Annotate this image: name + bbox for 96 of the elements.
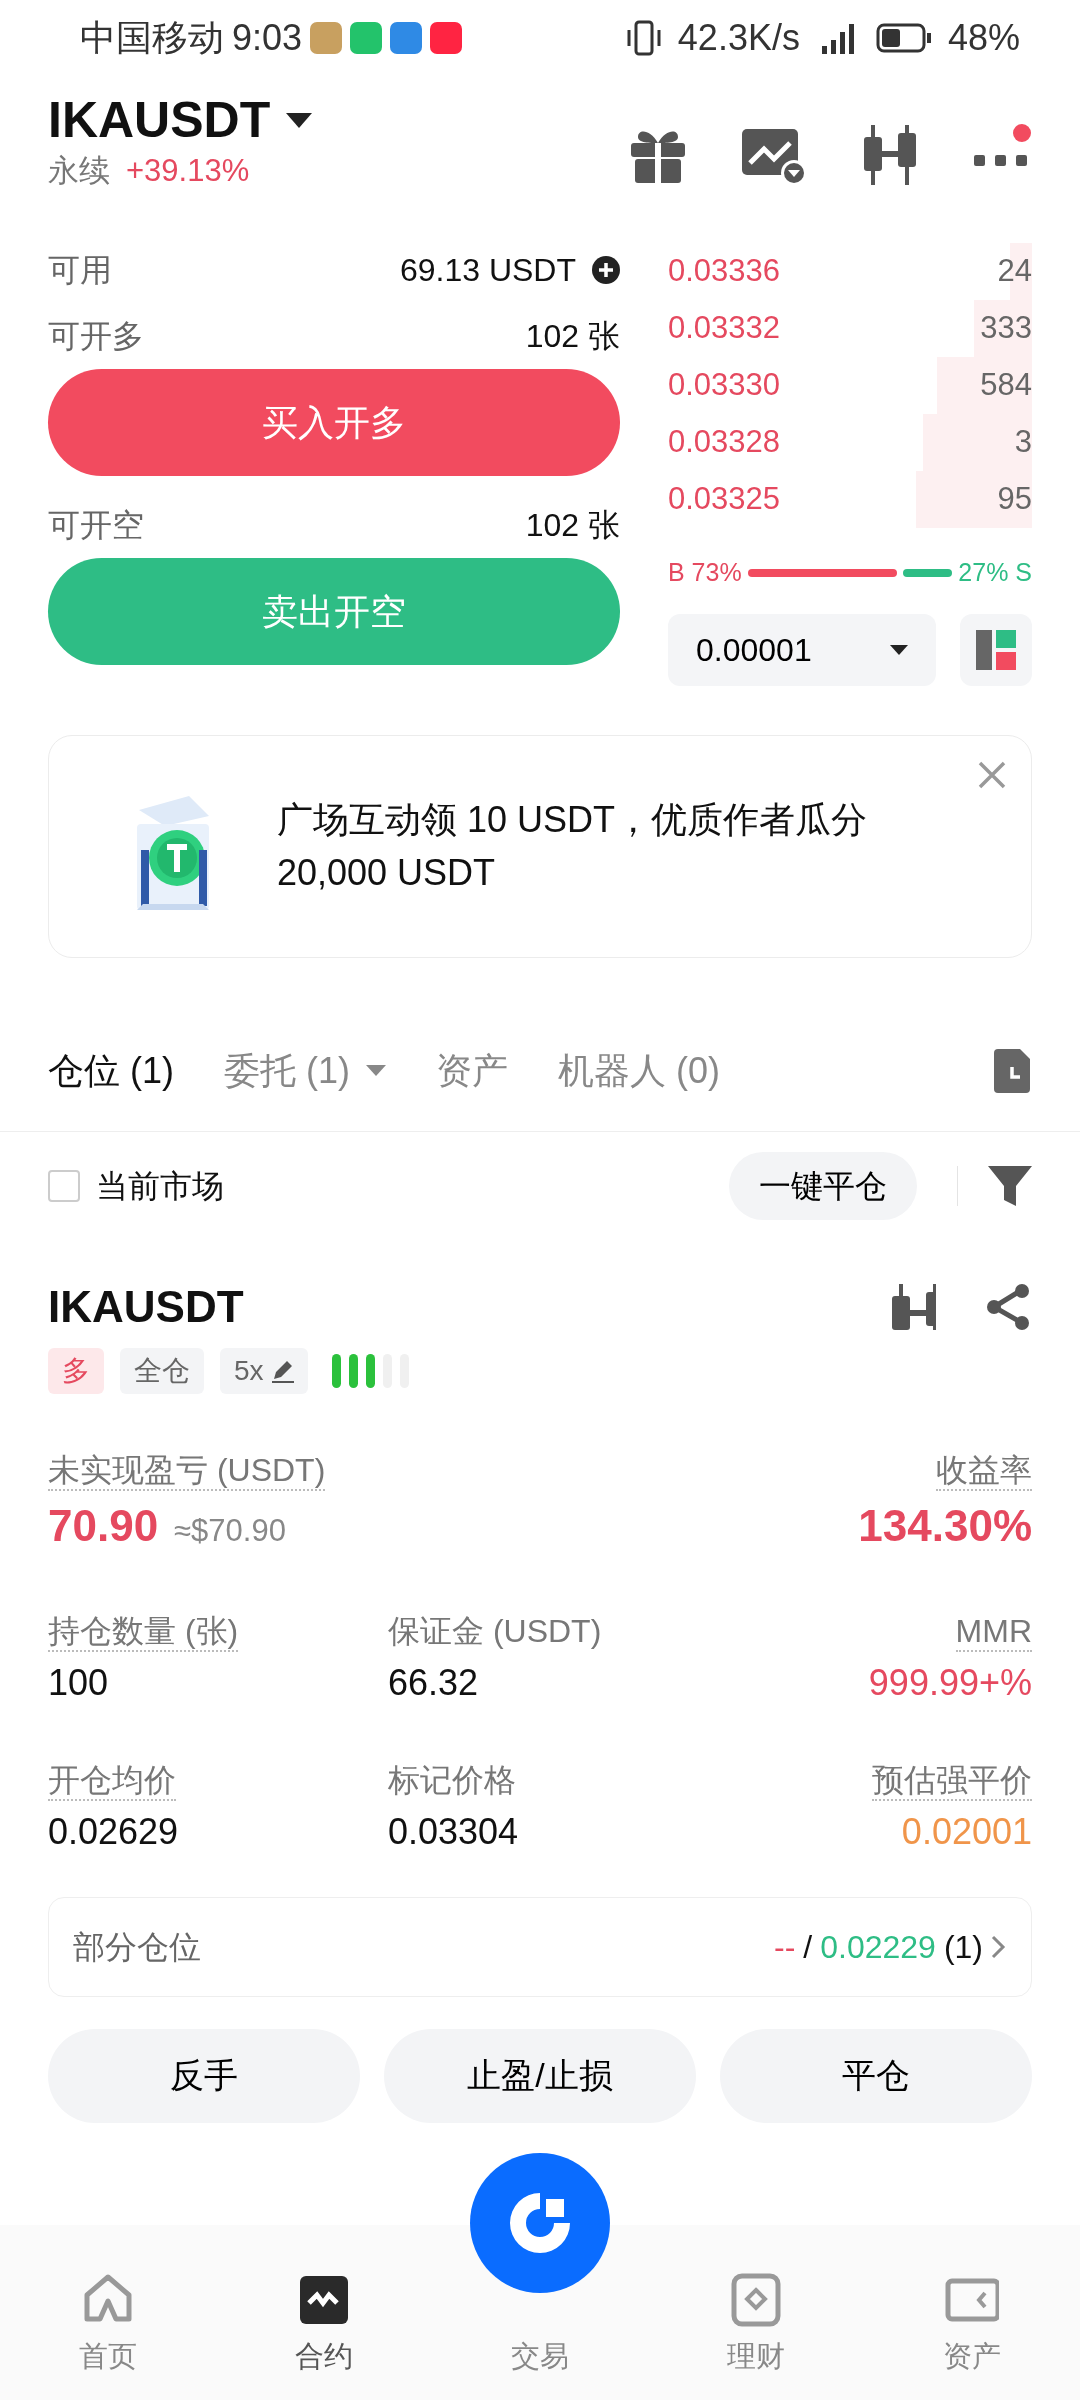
symbol-title[interactable]: IKAUSDT bbox=[48, 93, 271, 148]
caret-icon bbox=[366, 1064, 386, 1077]
battery-percent: 48% bbox=[947, 15, 1020, 60]
field-value: 102 张 bbox=[525, 506, 620, 545]
metric-value: 100 bbox=[48, 1660, 109, 1704]
action-button[interactable]: 平仓 bbox=[720, 2028, 1032, 2123]
ask-size: 333 bbox=[980, 309, 1032, 348]
order-book-row[interactable]: 0.03336 24 bbox=[668, 243, 1032, 300]
sell-ratio: 27% S bbox=[958, 557, 1032, 589]
tag[interactable]: 5x bbox=[220, 1348, 308, 1394]
metric-value: 0.03304 bbox=[388, 1809, 519, 1853]
price-change: +39.13% bbox=[126, 152, 250, 190]
metric-label[interactable]: MMR bbox=[955, 1611, 1032, 1652]
layout-icon bbox=[976, 630, 1016, 670]
ask-price[interactable]: 0.03336 bbox=[668, 248, 781, 295]
buy-long-button[interactable]: 买入开多 bbox=[48, 369, 620, 476]
metric-value: 134.30% bbox=[858, 1500, 1032, 1552]
field-label: 可开空 bbox=[48, 506, 144, 545]
tab[interactable]: 机器人 (0) bbox=[558, 1043, 720, 1098]
nav-tab[interactable]: 合约 bbox=[216, 2272, 432, 2400]
action-button[interactable]: 反手 bbox=[48, 2028, 360, 2123]
layout-button[interactable] bbox=[960, 614, 1032, 686]
separator-text: / bbox=[803, 1927, 813, 1967]
network-speed: 42.3K/s bbox=[677, 15, 800, 60]
field-label: 可开多 bbox=[48, 317, 144, 356]
metric-note: ≈$70.90 bbox=[174, 1512, 286, 1550]
metric-label[interactable]: 开仓均价 bbox=[48, 1760, 176, 1802]
action-button[interactable]: 止盈/止损 bbox=[384, 2028, 696, 2123]
tag: 全仓 bbox=[120, 1348, 204, 1394]
caret-icon bbox=[890, 645, 908, 655]
tick-size-dropdown[interactable]: 0.00001 bbox=[668, 614, 936, 686]
ask-price[interactable]: 0.03332 bbox=[668, 305, 781, 352]
order-book-row[interactable]: 0.03330 584 bbox=[668, 357, 1032, 414]
metric-value: 0.02001 bbox=[901, 1809, 1032, 1853]
metric-label[interactable]: 预估强平价 bbox=[872, 1760, 1032, 1802]
ask-price[interactable]: 0.03330 bbox=[668, 362, 781, 409]
ask-size: 24 bbox=[997, 252, 1032, 291]
ask-size: 584 bbox=[980, 366, 1032, 405]
field-value: 102 张 bbox=[525, 317, 620, 356]
nav-tab[interactable]: 首页 bbox=[0, 2272, 216, 2400]
sell-ratio-bar bbox=[903, 569, 953, 577]
chevron-icon bbox=[991, 1934, 1007, 1959]
field-value: 69.13 USDT bbox=[399, 251, 576, 290]
tab[interactable]: 仓位 (1) bbox=[48, 1043, 174, 1098]
metric-label[interactable]: 持仓数量 (张) bbox=[48, 1611, 239, 1652]
notes-app-icon bbox=[430, 21, 463, 54]
metric-label[interactable]: 未实现盈亏 (USDT) bbox=[48, 1451, 326, 1492]
buy-ratio: B 73% bbox=[668, 557, 742, 589]
nav-tab[interactable]: 理财 bbox=[648, 2272, 864, 2400]
partial-position-row[interactable]: 部分仓位 -- / 0.02229 (1) bbox=[48, 1896, 1032, 1997]
order-book-row[interactable]: 0.03325 95 bbox=[668, 471, 1032, 528]
stop-loss-value: 0.02229 bbox=[820, 1927, 936, 1967]
metric-value: 70.90 bbox=[48, 1500, 159, 1552]
row-label: 部分仓位 bbox=[73, 1927, 201, 1967]
close-button[interactable] bbox=[977, 760, 1007, 790]
edit-icon bbox=[271, 1359, 294, 1383]
close-icon bbox=[977, 760, 1007, 790]
carrier-name: 中国移动 bbox=[80, 15, 224, 60]
metric-label[interactable]: 收益率 bbox=[936, 1451, 1032, 1492]
checkbox[interactable] bbox=[48, 1170, 80, 1202]
ask-price[interactable]: 0.03325 bbox=[668, 476, 781, 523]
video-app-icon bbox=[350, 21, 383, 54]
filter-icon[interactable] bbox=[988, 1164, 1032, 1208]
nav-tab[interactable]: 交易 bbox=[432, 2326, 648, 2400]
checkbox-label: 当前市场 bbox=[96, 1167, 224, 1206]
nav-tab[interactable]: 资产 bbox=[864, 2272, 1080, 2400]
clock-time: 9:03 bbox=[232, 15, 303, 60]
sell-short-button[interactable]: 卖出开空 bbox=[48, 558, 620, 665]
battery-icon bbox=[875, 21, 932, 54]
add-icon[interactable] bbox=[592, 256, 620, 284]
order-book-row[interactable]: 0.03332 333 bbox=[668, 300, 1032, 357]
take-profit-value: -- bbox=[774, 1927, 796, 1967]
position-symbol: IKAUSDT bbox=[48, 1281, 244, 1333]
ask-price[interactable]: 0.03328 bbox=[668, 419, 781, 466]
metric-value: 0.02629 bbox=[48, 1809, 179, 1853]
tab[interactable]: 委托 (1) bbox=[224, 1043, 386, 1098]
globe-app-icon bbox=[390, 21, 423, 54]
caret-icon[interactable] bbox=[286, 112, 313, 129]
contract-type: 永续 bbox=[48, 152, 110, 190]
order-count: (1) bbox=[943, 1927, 983, 1967]
promo-text[interactable]: 广场互动领 10 USDT，优质作者瓜分 20,000 USDT bbox=[277, 794, 957, 899]
metric-label: 标记价格 bbox=[388, 1760, 516, 1800]
metric-value: 999.99+% bbox=[868, 1660, 1032, 1704]
history-icon[interactable] bbox=[994, 1046, 1032, 1095]
share-icon[interactable] bbox=[984, 1283, 1032, 1331]
tag: 多 bbox=[48, 1348, 104, 1394]
ask-size: 95 bbox=[997, 480, 1032, 519]
metric-label: 保证金 (USDT) bbox=[388, 1611, 602, 1650]
metric-value: 66.32 bbox=[388, 1660, 479, 1704]
earn-icon bbox=[729, 2272, 783, 2327]
close-all-button[interactable]: 一键平仓 bbox=[729, 1152, 917, 1220]
order-book-row[interactable]: 0.03328 3 bbox=[668, 414, 1032, 471]
tab[interactable]: 资产 bbox=[436, 1043, 508, 1098]
ask-size: 3 bbox=[1014, 423, 1032, 462]
wallet-app-icon bbox=[310, 21, 343, 54]
field-label: 可用 bbox=[48, 251, 112, 290]
